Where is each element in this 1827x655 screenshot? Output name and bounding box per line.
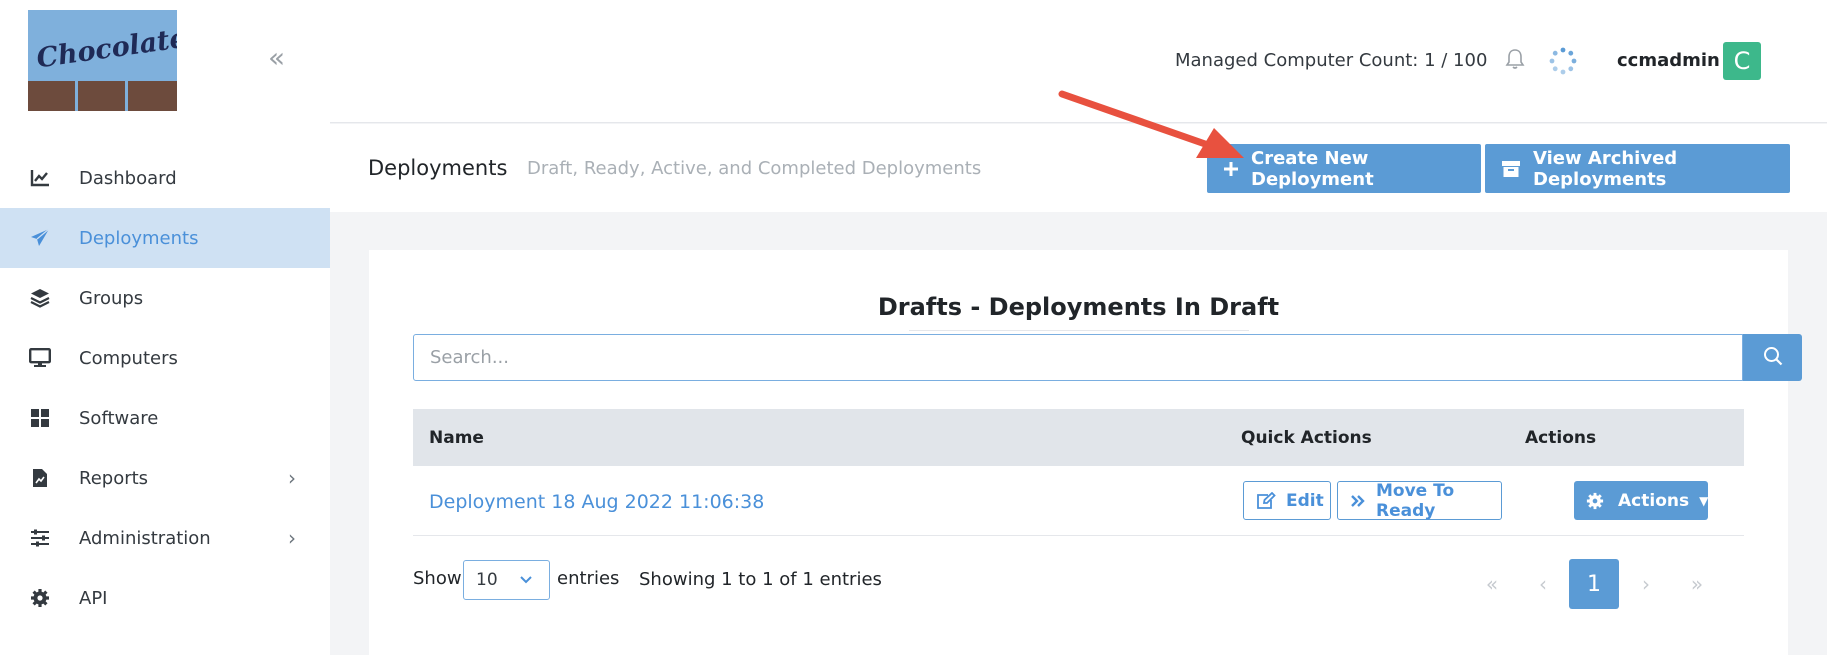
sidebar-item-label: Software bbox=[79, 407, 159, 429]
previous-page-button[interactable]: ‹ bbox=[1518, 559, 1568, 609]
logo-wordmark: Chocolatey bbox=[34, 20, 177, 75]
chevron-right-icon: › bbox=[288, 526, 296, 550]
last-page-button[interactable]: » bbox=[1672, 559, 1722, 609]
archive-box-icon bbox=[1501, 160, 1521, 178]
column-header-actions: Actions bbox=[1525, 428, 1597, 448]
first-page-button[interactable]: « bbox=[1467, 559, 1517, 609]
next-page-button[interactable]: › bbox=[1621, 559, 1671, 609]
sidebar-nav: Dashboard Deployments Groups Computers S… bbox=[0, 148, 330, 628]
view-archived-deployments-label: View Archived Deployments bbox=[1533, 147, 1678, 190]
sliders-icon bbox=[29, 527, 51, 549]
sidebar-item-groups[interactable]: Groups bbox=[0, 268, 330, 328]
username[interactable]: ccmadmin bbox=[1617, 50, 1720, 71]
actions-label: Actions bbox=[1618, 490, 1690, 511]
avatar[interactable]: C bbox=[1723, 42, 1761, 80]
search-button[interactable] bbox=[1743, 334, 1802, 381]
sidebar-item-computers[interactable]: Computers bbox=[0, 328, 330, 388]
sidebar-item-administration[interactable]: Administration › bbox=[0, 508, 330, 568]
logo-chocolate-block bbox=[78, 81, 125, 111]
sidebar-item-label: Computers bbox=[79, 347, 178, 369]
layers-icon bbox=[29, 287, 51, 309]
move-to-ready-button[interactable]: Move To Ready bbox=[1337, 480, 1502, 521]
entries-label: entries bbox=[557, 568, 620, 589]
table-info: Showing 1 to 1 of 1 entries bbox=[639, 569, 882, 590]
show-label: Show bbox=[413, 568, 462, 589]
table-header: Name Quick Actions Actions bbox=[413, 409, 1744, 466]
card-title: Drafts - Deployments In Draft bbox=[877, 293, 1280, 321]
deployments-table: Name Quick Actions Actions Deployment 18… bbox=[413, 409, 1744, 536]
double-chevron-right-icon bbox=[1350, 494, 1366, 508]
create-new-deployment-button[interactable]: Create New Deployment bbox=[1207, 144, 1481, 193]
column-header-name[interactable]: Name bbox=[429, 428, 484, 448]
sidebar-item-api[interactable]: API bbox=[0, 568, 330, 628]
file-chart-icon bbox=[29, 467, 51, 489]
sidebar-item-dashboard[interactable]: Dashboard bbox=[0, 148, 330, 208]
chevron-right-icon: › bbox=[288, 466, 296, 490]
create-new-deployment-label: Create New Deployment bbox=[1251, 147, 1374, 190]
page-size-value: 10 bbox=[476, 570, 498, 590]
search-input[interactable] bbox=[413, 334, 1743, 381]
caret-down-icon: ▼ bbox=[1699, 493, 1709, 508]
column-header-quick-actions: Quick Actions bbox=[1241, 428, 1372, 448]
sidebar-item-label: Administration bbox=[79, 527, 211, 549]
divider bbox=[909, 330, 1249, 331]
table-row: Deployment 18 Aug 2022 11:06:38 Edit Mov… bbox=[413, 466, 1744, 536]
logo-chocolate-block bbox=[128, 81, 177, 111]
actions-dropdown-button[interactable]: Actions ▼ bbox=[1574, 481, 1708, 520]
sidebar-item-software[interactable]: Software bbox=[0, 388, 330, 448]
desktop-icon bbox=[29, 347, 51, 369]
edit-icon bbox=[1256, 491, 1276, 510]
grid-icon bbox=[29, 407, 51, 429]
edit-label: Edit bbox=[1286, 490, 1324, 511]
search-icon bbox=[1763, 346, 1783, 370]
page-size-select[interactable]: 10 bbox=[463, 560, 550, 600]
sidebar-item-label: Deployments bbox=[79, 227, 199, 249]
sidebar-item-label: Reports bbox=[79, 467, 149, 489]
bell-icon[interactable] bbox=[1505, 48, 1525, 74]
drafts-card: Drafts - Deployments In Draft Name Quick… bbox=[369, 250, 1802, 655]
annotation-arrow-icon bbox=[1058, 90, 1244, 158]
collapse-sidebar-icon[interactable]: « bbox=[268, 44, 285, 72]
chocolatey-logo[interactable]: Chocolatey bbox=[28, 10, 177, 111]
sidebar-item-deployments[interactable]: Deployments bbox=[0, 208, 330, 268]
gear-icon bbox=[1586, 492, 1604, 510]
sidebar: Chocolatey « Dashboard Deployments Group… bbox=[0, 0, 330, 655]
sidebar-item-label: API bbox=[79, 587, 108, 609]
edit-button[interactable]: Edit bbox=[1243, 481, 1331, 520]
paper-plane-icon bbox=[29, 227, 51, 249]
managed-computer-count: Managed Computer Count: 1 / 100 bbox=[1175, 50, 1488, 71]
view-archived-deployments-button[interactable]: View Archived Deployments bbox=[1485, 144, 1790, 193]
chart-line-icon bbox=[29, 167, 51, 189]
chevron-down-icon bbox=[519, 569, 533, 594]
page-title: Deployments bbox=[368, 156, 508, 180]
sidebar-item-reports[interactable]: Reports › bbox=[0, 448, 330, 508]
deployment-name-link[interactable]: Deployment 18 Aug 2022 11:06:38 bbox=[429, 491, 764, 513]
logo-chocolate-block bbox=[28, 81, 75, 111]
page-subtitle: Draft, Ready, Active, and Completed Depl… bbox=[527, 158, 982, 179]
loading-spinner-icon bbox=[1548, 46, 1578, 80]
gear-icon bbox=[29, 587, 51, 609]
move-to-ready-label: Move To Ready bbox=[1376, 480, 1455, 521]
sidebar-item-label: Dashboard bbox=[79, 167, 177, 189]
sidebar-item-label: Groups bbox=[79, 287, 144, 309]
page-1-button[interactable]: 1 bbox=[1569, 559, 1619, 609]
